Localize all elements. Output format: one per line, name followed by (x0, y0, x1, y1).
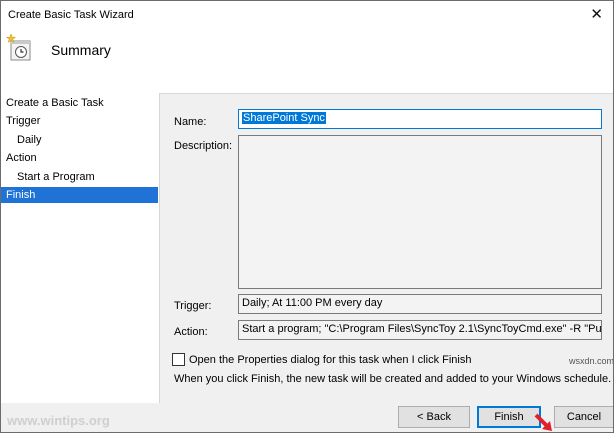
back-button[interactable]: < Back (398, 406, 470, 428)
nav-item-start-program[interactable]: Start a Program (1, 169, 158, 185)
watermark-text: www.wintips.org (7, 413, 110, 428)
trigger-field[interactable]: Daily; At 11:00 PM every day (238, 294, 602, 314)
nav-item-trigger[interactable]: Trigger (1, 113, 158, 129)
name-value: SharePoint Sync (242, 112, 326, 124)
open-properties-label[interactable]: Open the Properties dialog for this task… (189, 354, 471, 366)
wizard-steps-nav: Create a Basic Task Trigger Daily Action… (1, 93, 160, 403)
wizard-header: Summary (1, 29, 613, 94)
name-label: Name: (174, 116, 207, 128)
close-icon[interactable]: ✕ (590, 5, 603, 23)
watermark-text-right: wsxdn.com (569, 356, 614, 366)
nav-item-daily[interactable]: Daily (1, 132, 158, 148)
open-properties-checkbox[interactable] (172, 353, 185, 366)
nav-item-action[interactable]: Action (1, 150, 158, 166)
nav-item-finish[interactable]: Finish (1, 187, 158, 203)
action-field[interactable]: Start a program; "C:\Program Files\SyncT… (238, 320, 602, 340)
trigger-label: Trigger: (174, 300, 212, 312)
task-clock-icon (5, 33, 31, 61)
description-field[interactable] (238, 135, 602, 289)
page-title: Summary (51, 42, 111, 58)
finish-info-text: When you click Finish, the new task will… (174, 373, 612, 385)
wizard-window: Create Basic Task Wizard ✕ Summary Creat… (0, 0, 614, 433)
nav-item-create-basic-task[interactable]: Create a Basic Task (1, 95, 158, 111)
red-arrow-icon (534, 413, 552, 431)
title-bar: Create Basic Task Wizard ✕ (1, 1, 613, 29)
finish-button[interactable]: Finish (477, 406, 541, 428)
description-label: Description: (174, 140, 233, 152)
name-field[interactable]: SharePoint Sync (238, 109, 602, 129)
action-label: Action: (174, 326, 208, 338)
window-title: Create Basic Task Wizard (8, 9, 134, 21)
